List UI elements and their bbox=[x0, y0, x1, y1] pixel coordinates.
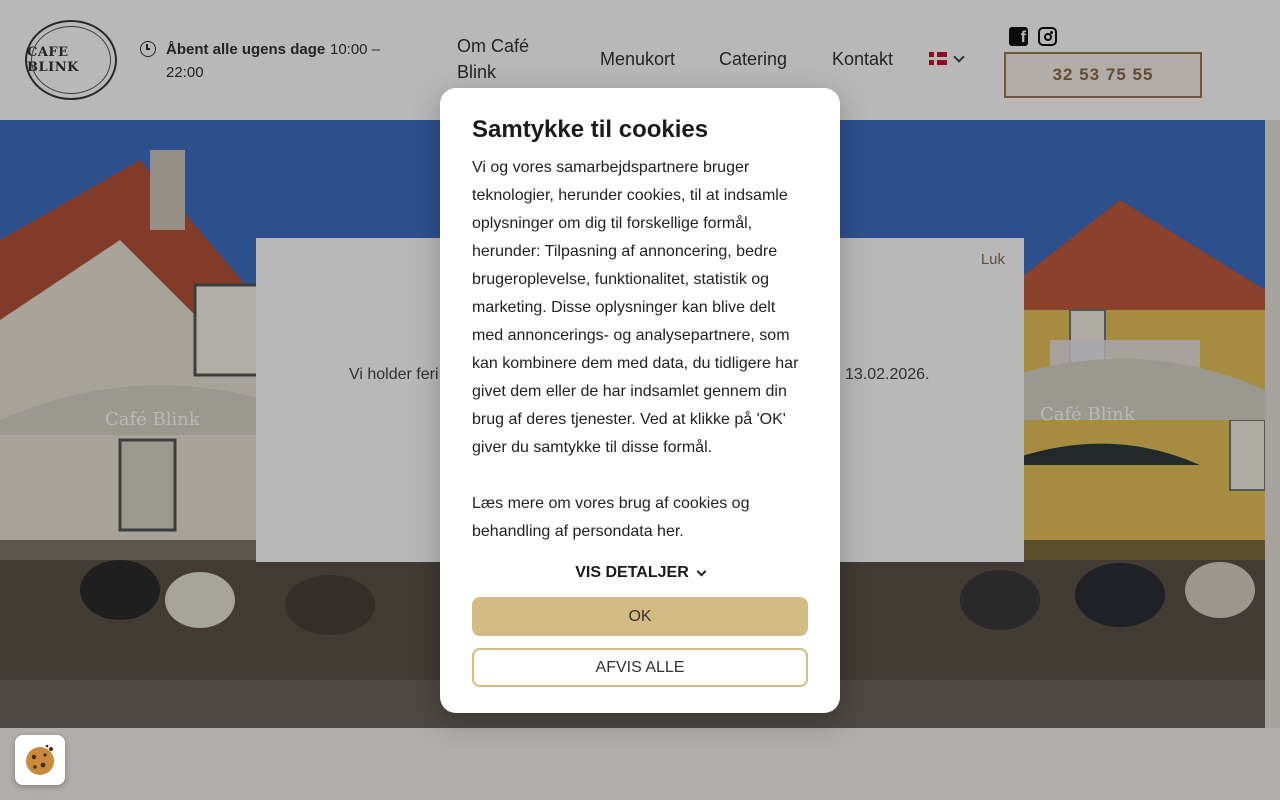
cookie-settings-button[interactable] bbox=[15, 735, 65, 785]
chevron-down-icon bbox=[696, 566, 707, 576]
accept-cookies-button[interactable]: OK bbox=[472, 597, 808, 636]
show-details-label: VIS DETALJER bbox=[575, 564, 689, 581]
show-details-toggle[interactable]: VIS DETALJER bbox=[472, 564, 808, 582]
cookie-more-info-link[interactable]: Læs mere om vores brug af cookies og beh… bbox=[472, 490, 808, 546]
cookie-icon bbox=[26, 744, 54, 775]
cookie-dialog-body: Vi og vores samarbejdspartnere bruger te… bbox=[472, 159, 799, 456]
cookie-dialog-title: Samtykke til cookies bbox=[472, 116, 709, 143]
cookie-consent-dialog: Samtykke til cookies Vi og vores samarbe… bbox=[440, 88, 840, 713]
reject-all-cookies-button[interactable]: AFVIS ALLE bbox=[472, 648, 808, 687]
